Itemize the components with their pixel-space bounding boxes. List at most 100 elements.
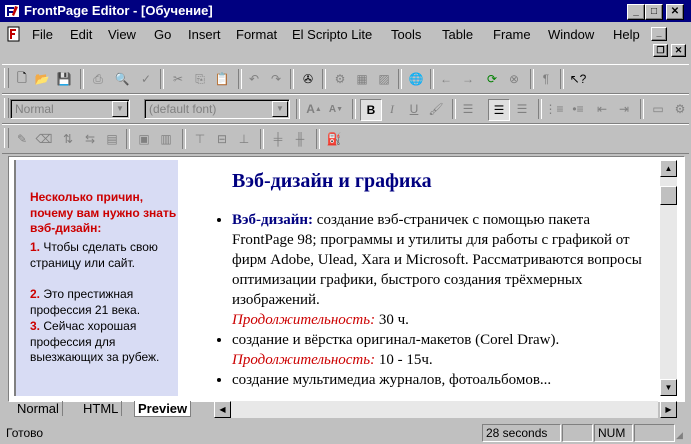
doc-restore-button-2[interactable]: ❐	[653, 44, 668, 57]
scroll-thumb[interactable]	[660, 186, 677, 205]
bold-button[interactable]: B	[360, 99, 382, 121]
distribute-rows-icon[interactable]: ╪	[268, 129, 288, 149]
title-bar[interactable]: FrontPage Editor - [Обучение] _ □ ✕	[0, 0, 691, 22]
italic-button[interactable]: I	[382, 99, 402, 119]
align-left-icon[interactable]: ☰	[458, 99, 478, 119]
tab-html[interactable]: HTML	[80, 401, 123, 416]
insert-rows-icon[interactable]: ⇅	[58, 129, 78, 149]
close-button[interactable]: ✕	[666, 4, 684, 20]
decrease-indent-icon[interactable]: ⇤	[592, 99, 612, 119]
doc-close-button-2[interactable]: ✕	[671, 44, 686, 57]
scroll-left-icon[interactable]: ◀	[214, 401, 231, 418]
cut-icon[interactable]: ✂	[168, 69, 188, 89]
chevron-down-icon[interactable]: ▼	[112, 101, 128, 117]
menu-window[interactable]: Window	[548, 27, 594, 42]
scroll-right-icon[interactable]: ▶	[660, 401, 677, 418]
decrease-font-icon[interactable]: A ▼	[326, 99, 346, 119]
align-bottom-icon[interactable]: ⊥	[234, 129, 254, 149]
menu-tools[interactable]: Tools	[391, 27, 421, 42]
merge-cells-icon[interactable]: ▣	[134, 129, 154, 149]
help-pointer-icon[interactable]: ↖?	[568, 69, 588, 89]
style-select[interactable]: Normal ▼	[10, 99, 130, 119]
menu-view[interactable]: View	[108, 27, 136, 42]
copy-icon[interactable]: ⎘	[190, 69, 210, 89]
num-lock-indicator: NUM	[594, 424, 633, 442]
frontpage-app-icon[interactable]	[4, 3, 20, 19]
spelling-icon[interactable]: ✓	[136, 69, 156, 89]
sidebar-panel: Несколько причин, почему вам нужно знать…	[16, 160, 178, 396]
format-toolbar: Normal ▼ (default font) ▼ A ▲ A ▼ B I U 🖌 …	[2, 94, 689, 124]
toolbar-grip[interactable]	[4, 128, 9, 148]
menu-format[interactable]: Format	[236, 27, 277, 42]
scroll-down-icon[interactable]: ▼	[660, 379, 677, 396]
resize-grip-icon[interactable]: ◢	[676, 430, 683, 441]
new-page-icon[interactable]: 🗋	[12, 69, 32, 89]
status-bar: Готово 28 seconds NUM ◢	[0, 422, 691, 444]
increase-font-icon[interactable]: A ▲	[304, 99, 324, 119]
underline-button[interactable]: U	[404, 99, 424, 119]
undo-icon[interactable]: ↶	[244, 69, 264, 89]
split-cells-icon[interactable]: ▥	[156, 129, 176, 149]
menu-table[interactable]: Table	[442, 27, 473, 42]
print-icon[interactable]: ⎙	[88, 69, 108, 89]
bulleted-list-icon[interactable]: •≡	[568, 99, 588, 119]
menu-el-scripto[interactable]: El Scripto Lite	[292, 27, 372, 42]
duration-label: Продолжительность:	[232, 352, 376, 368]
document-icon[interactable]	[6, 26, 22, 42]
menu-help[interactable]: Help	[613, 27, 640, 42]
chevron-down-icon[interactable]: ▼	[272, 101, 288, 117]
stop-icon[interactable]: ⊗	[504, 69, 524, 89]
hyperlink-icon[interactable]: 🌐	[406, 69, 426, 89]
print-preview-icon[interactable]: 🔍	[112, 69, 132, 89]
duration-value: 30 ч.	[378, 312, 409, 328]
align-center-icon[interactable]: ☰	[488, 99, 510, 121]
align-right-icon[interactable]: ☰	[512, 99, 532, 119]
menu-edit[interactable]: Edit	[70, 27, 92, 42]
webbot-icon[interactable]: ⚙	[330, 69, 350, 89]
minimize-button[interactable]: _	[627, 4, 645, 20]
reason-text: Чтобы сделать свою страницу или сайт.	[30, 240, 158, 270]
tab-normal[interactable]: Normal	[14, 401, 63, 416]
numbered-list-icon[interactable]: ⋮≡	[544, 99, 564, 119]
menu-go[interactable]: Go	[154, 27, 171, 42]
toolbar-grip[interactable]	[4, 68, 9, 88]
insert-image-icon[interactable]: ▨	[374, 69, 394, 89]
sidebar-reason-3: 3. Сейчас хорошая профессия для выезжающ…	[30, 319, 160, 366]
increase-indent-icon[interactable]: ⇥	[614, 99, 634, 119]
forward-arrow-icon[interactable]: →	[458, 69, 478, 89]
toolbar-grip[interactable]	[4, 98, 9, 118]
form-field-icon[interactable]: ▭	[648, 99, 668, 119]
menu-insert[interactable]: Insert	[188, 27, 221, 42]
extra-tool-icon[interactable]: ⚙	[670, 99, 690, 119]
list-item: создание и вёрстка оригинал-макетов (Cor…	[232, 330, 642, 370]
vertical-scrollbar[interactable]: ▲ ▼	[660, 160, 677, 396]
paste-icon[interactable]: 📋	[212, 69, 232, 89]
insert-columns-icon[interactable]: ⇆	[80, 129, 100, 149]
text-color-icon[interactable]: 🖌	[426, 99, 446, 119]
standard-toolbar: 🗋 📂 💾 ⎙ 🔍 ✓ ✂ ⎘ 📋 ↶ ↷ ✇ ⚙ ▦ ▨ 🌐 ← → ⟳ ⊗ …	[2, 64, 689, 94]
fill-color-icon[interactable]: ⛽	[324, 129, 344, 149]
font-select[interactable]: (default font) ▼	[144, 99, 290, 119]
horizontal-scrollbar-track[interactable]	[231, 401, 658, 418]
distribute-columns-icon[interactable]: ╫	[290, 129, 310, 149]
back-arrow-icon[interactable]: ←	[436, 69, 456, 89]
explorer-icon[interactable]: ✇	[298, 69, 318, 89]
menu-file[interactable]: File	[32, 27, 53, 42]
draw-table-pencil-icon[interactable]: ✎	[12, 129, 32, 149]
maximize-button[interactable]: □	[645, 4, 663, 20]
tab-preview[interactable]: Preview	[134, 401, 192, 417]
open-folder-icon[interactable]: 📂	[32, 69, 52, 89]
align-top-icon[interactable]: ⊤	[190, 129, 210, 149]
menu-frame[interactable]: Frame	[493, 27, 531, 42]
scroll-up-icon[interactable]: ▲	[660, 160, 677, 177]
doc-minimize-button[interactable]: _	[651, 27, 667, 41]
insert-table-icon[interactable]: ▦	[352, 69, 372, 89]
refresh-icon[interactable]: ⟳	[482, 69, 502, 89]
duration-label: Продолжительность:	[232, 312, 376, 328]
show-paragraph-icon[interactable]: ¶	[536, 69, 556, 89]
redo-icon[interactable]: ↷	[266, 69, 286, 89]
insert-cell-icon[interactable]: ▤	[102, 129, 122, 149]
eraser-icon[interactable]: ⌫	[34, 129, 54, 149]
align-middle-icon[interactable]: ⊟	[212, 129, 232, 149]
save-icon[interactable]: 💾	[54, 69, 74, 89]
